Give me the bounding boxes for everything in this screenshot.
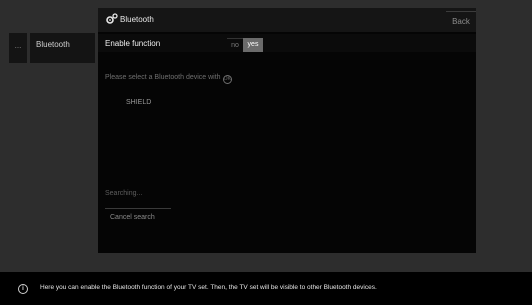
ok-circle-icon: OK: [222, 75, 232, 84]
enable-toggle[interactable]: no yes: [227, 38, 263, 52]
bluetooth-panel: Bluetooth Back Enable function no yes Pl…: [98, 8, 476, 253]
gear-icon: [106, 13, 118, 24]
toggle-option-no[interactable]: no: [227, 38, 243, 53]
enable-function-label: Enable function: [105, 39, 161, 48]
sidebar-ellipsis[interactable]: ...: [9, 33, 27, 63]
info-text: Here you can enable the Bluetooth functi…: [40, 284, 377, 291]
panel-header: Bluetooth Back: [98, 8, 476, 32]
cancel-search-button[interactable]: Cancel search: [105, 208, 171, 227]
toggle-option-yes[interactable]: yes: [243, 38, 263, 52]
panel-title: Bluetooth: [120, 15, 154, 24]
info-icon: i: [18, 284, 28, 294]
info-bar: i Here you can enable the Bluetooth func…: [0, 272, 532, 305]
prompt-text: Please select a Bluetooth device with: [105, 74, 221, 81]
sidebar-item-bluetooth[interactable]: Bluetooth: [30, 33, 95, 63]
back-button[interactable]: Back: [446, 11, 476, 32]
device-select-prompt: Please select a Bluetooth device with OK: [105, 74, 232, 84]
search-status: Searching...: [105, 190, 143, 197]
tv-settings-screen: ... Bluetooth Bluetooth Back Enable func…: [0, 0, 532, 305]
device-list-item[interactable]: SHIELD: [126, 99, 151, 106]
enable-function-row[interactable]: Enable function no yes: [98, 34, 476, 52]
